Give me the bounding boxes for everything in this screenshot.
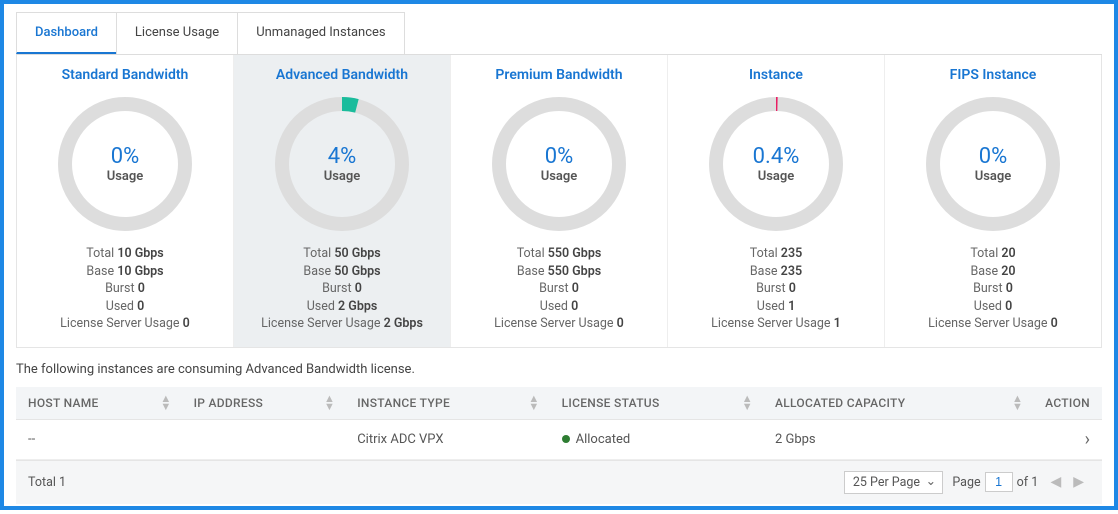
page-of: of 1 — [1017, 475, 1039, 490]
cell-action[interactable]: › — [1033, 419, 1102, 459]
table-caption: The following instances are consuming Ad… — [16, 362, 1102, 377]
donut-chart: 0%Usage — [50, 89, 200, 239]
page-input[interactable] — [985, 472, 1013, 492]
donut-chart: 0%Usage — [918, 89, 1068, 239]
status-dot-icon — [562, 435, 570, 443]
tab-license-usage[interactable]: License Usage — [116, 12, 238, 54]
donut-chart: 4%Usage — [267, 89, 417, 239]
total-value: 1 — [59, 475, 66, 490]
card-premium-bandwidth[interactable]: Premium Bandwidth0%UsageTotal 550 GbpsBa… — [451, 55, 668, 347]
donut-usage-label: Usage — [107, 169, 144, 184]
donut-percent: 4% — [328, 144, 356, 169]
donut-percent: 0% — [545, 144, 573, 169]
donut-percent: 0% — [979, 144, 1007, 169]
per-page-select[interactable]: 25 Per Page — [844, 471, 943, 494]
instance-table: HOST NAME▲▼ IP ADDRESS▲▼ INSTANCE TYPE▲▼… — [16, 387, 1102, 460]
tab-dashboard[interactable]: Dashboard — [16, 12, 117, 54]
table-row: -- Citrix ADC VPX Allocated 2 Gbps › — [16, 419, 1102, 459]
col-type[interactable]: INSTANCE TYPE▲▼ — [345, 387, 549, 420]
col-status[interactable]: LICENSE STATUS▲▼ — [550, 387, 763, 420]
col-ip[interactable]: IP ADDRESS▲▼ — [182, 387, 346, 420]
card-title: Standard Bandwidth — [25, 67, 225, 83]
card-fips-instance[interactable]: FIPS Instance0%UsageTotal 20Base 20Burst… — [885, 55, 1101, 347]
total-label: Total — [28, 475, 56, 490]
col-host[interactable]: HOST NAME▲▼ — [16, 387, 182, 420]
table-footer: Total 1 25 Per Page Page of 1 ◀ ▶ — [16, 460, 1102, 504]
donut-usage-label: Usage — [324, 169, 361, 184]
card-metrics: Total 10 GbpsBase 10 GbpsBurst 0Used 0Li… — [25, 245, 225, 333]
chevron-right-icon: › — [1085, 429, 1090, 450]
card-standard-bandwidth[interactable]: Standard Bandwidth0%UsageTotal 10 GbpsBa… — [17, 55, 234, 347]
donut-percent: 0.4% — [753, 144, 800, 169]
tab-unmanaged-instances[interactable]: Unmanaged Instances — [237, 12, 404, 54]
card-metrics: Total 20Base 20Burst 0Used 0License Serv… — [893, 245, 1093, 333]
card-title: Advanced Bandwidth — [242, 67, 442, 83]
license-cards: Standard Bandwidth0%UsageTotal 10 GbpsBa… — [16, 55, 1102, 348]
cell-type: Citrix ADC VPX — [345, 419, 549, 459]
cell-ip — [182, 419, 346, 459]
card-metrics: Total 50 GbpsBase 50 GbpsBurst 0Used 2 G… — [242, 245, 442, 333]
donut-usage-label: Usage — [975, 169, 1012, 184]
cell-status: Allocated — [550, 419, 763, 459]
page-label: Page — [952, 475, 980, 490]
sort-icon: ▲▼ — [1012, 395, 1023, 411]
donut-percent: 0% — [111, 144, 139, 169]
cell-cap: 2 Gbps — [763, 419, 1033, 459]
card-instance[interactable]: Instance0.4%UsageTotal 235Base 235Burst … — [668, 55, 885, 347]
cell-host: -- — [16, 419, 182, 459]
card-title: FIPS Instance — [893, 67, 1093, 83]
card-advanced-bandwidth[interactable]: Advanced Bandwidth4%UsageTotal 50 GbpsBa… — [234, 55, 451, 347]
tabs: Dashboard License Usage Unmanaged Instan… — [16, 12, 1102, 55]
col-cap[interactable]: ALLOCATED CAPACITY▲▼ — [763, 387, 1033, 420]
card-metrics: Total 550 GbpsBase 550 GbpsBurst 0Used 0… — [459, 245, 659, 333]
col-action: ACTION — [1033, 387, 1102, 420]
donut-chart: 0.4%Usage — [701, 89, 851, 239]
card-title: Premium Bandwidth — [459, 67, 659, 83]
donut-chart: 0%Usage — [484, 89, 634, 239]
sort-icon: ▲▼ — [528, 395, 539, 411]
donut-usage-label: Usage — [541, 169, 578, 184]
card-title: Instance — [676, 67, 876, 83]
sort-icon: ▲▼ — [160, 395, 171, 411]
card-metrics: Total 235Base 235Burst 0Used 1License Se… — [676, 245, 876, 333]
prev-page-button[interactable]: ◀ — [1044, 474, 1067, 490]
sort-icon: ▲▼ — [324, 395, 335, 411]
donut-usage-label: Usage — [758, 169, 795, 184]
next-page-button[interactable]: ▶ — [1067, 474, 1090, 490]
sort-icon: ▲▼ — [742, 395, 753, 411]
